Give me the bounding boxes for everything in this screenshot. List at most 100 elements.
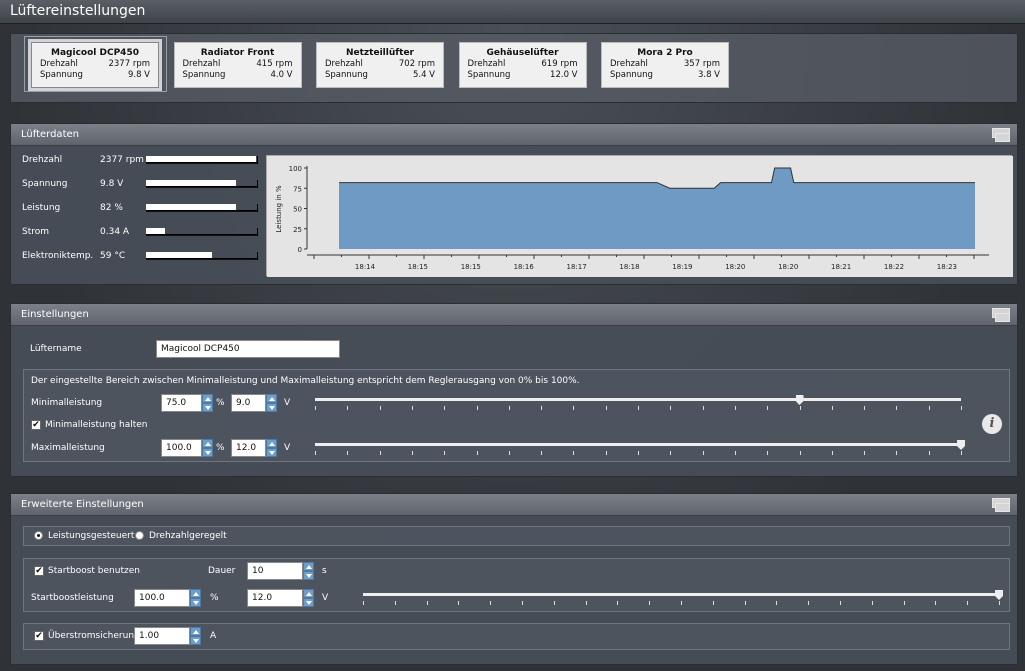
spin-up-icon[interactable]	[202, 439, 213, 448]
spin-down-icon[interactable]	[303, 571, 314, 580]
bar-fill	[146, 228, 165, 234]
slider-tick	[347, 451, 349, 455]
slider-tick	[744, 601, 746, 605]
slider-tick	[961, 451, 962, 455]
boost-volt-spinner[interactable]	[303, 589, 314, 607]
min-volt-spinner[interactable]	[266, 394, 277, 412]
window-toggle-icon[interactable]	[992, 308, 1012, 323]
window-toggle-icon[interactable]	[992, 498, 1012, 513]
fan-card[interactable]: Magicool DCP450 Drehzahl 2377 rpm Spannung 9…	[31, 42, 159, 88]
window-toggle-icon[interactable]	[992, 128, 1012, 143]
slider-tick	[315, 451, 316, 455]
slider-tick	[379, 451, 381, 455]
boost-slider[interactable]	[363, 593, 999, 596]
fan-card-rpm: 702 rpm	[398, 59, 435, 69]
boost-power-input[interactable]	[134, 589, 190, 607]
boost-volt-input[interactable]	[247, 589, 303, 607]
slider-tick	[426, 601, 428, 605]
slider-tick	[928, 406, 930, 410]
spin-up-icon[interactable]	[303, 589, 314, 598]
spin-up-icon[interactable]	[266, 394, 277, 403]
slider-tick	[411, 451, 413, 455]
fan-name-input[interactable]	[156, 340, 340, 358]
overcurrent-checkbox[interactable]: ✔	[34, 631, 44, 641]
slider-tick	[638, 406, 639, 410]
fan-data-bar	[146, 180, 258, 188]
max-power-spinner[interactable]	[202, 439, 213, 457]
spin-up-icon[interactable]	[190, 627, 201, 636]
x-tick-label: 18:19	[672, 263, 692, 271]
mode-rpm-radio[interactable]	[135, 531, 144, 540]
fan-card-volt-row: Spannung 12.0 V	[460, 70, 586, 80]
slider-tick	[702, 451, 704, 455]
fan-data-value: 2377 rpm	[100, 155, 144, 165]
spin-up-icon[interactable]	[190, 589, 201, 598]
max-power-unit: %	[216, 443, 225, 453]
spin-up-icon[interactable]	[266, 439, 277, 448]
min-power-input[interactable]	[161, 394, 202, 412]
fan-data-bar	[146, 252, 258, 260]
slider-tick	[617, 601, 619, 605]
fan-card-rpm-label: Drehzahl	[182, 59, 221, 69]
mode-power-radio[interactable]	[34, 531, 43, 540]
fan-card-name: Magicool DCP450	[51, 48, 139, 58]
boost-volt-unit: V	[322, 593, 329, 603]
fan-card-volt-row: Spannung 3.8 V	[602, 70, 728, 80]
settings-header: Einstellungen	[11, 304, 1017, 326]
fan-card-volt: 4.0 V	[270, 70, 293, 80]
spin-down-icon[interactable]	[190, 598, 201, 607]
overcurrent-input[interactable]	[134, 627, 190, 645]
overcurrent-unit: A	[210, 631, 217, 641]
spin-down-icon[interactable]	[266, 403, 277, 412]
slider-tick	[476, 451, 478, 455]
fan-card[interactable]: Radiator Front Drehzahl 415 rpm Spannung 4.0…	[173, 42, 302, 88]
fan-card[interactable]: Gehäuselüfter Drehzahl 619 rpm Spannung 12.0…	[458, 42, 587, 88]
spin-down-icon[interactable]	[266, 448, 277, 457]
min-power-spinner[interactable]	[202, 394, 213, 412]
x-tick-label: 18:21	[831, 263, 851, 271]
max-power-input[interactable]	[161, 439, 202, 457]
fan-card-name: Netzteillüfter	[345, 48, 414, 58]
fan-data-bar	[146, 156, 258, 164]
overcurrent-label: Überstromsicherung	[48, 631, 140, 641]
max-volt-spinner[interactable]	[266, 439, 277, 457]
spin-down-icon[interactable]	[202, 403, 213, 412]
boost-power-spinner[interactable]	[190, 589, 201, 607]
overcurrent-spinner[interactable]	[190, 627, 201, 645]
fan-card-rpm: 2377 rpm	[108, 59, 150, 69]
startboost-checkbox[interactable]: ✔	[34, 566, 44, 576]
fan-card-rpm-label: Drehzahl	[610, 59, 648, 69]
fan-card-rpm-row: Drehzahl 702 rpm	[317, 59, 443, 69]
range-note: Der eingestellte Bereich zwischen Minima…	[31, 376, 580, 386]
fan-card[interactable]: Netzteillüfter Drehzahl 702 rpm Spannung 5.4…	[316, 42, 444, 88]
spin-down-icon[interactable]	[202, 448, 213, 457]
slider-tick	[585, 601, 587, 605]
duration-label: Dauer	[208, 566, 236, 576]
info-icon[interactable]: i	[982, 414, 1002, 434]
slider-tick	[864, 406, 866, 410]
spin-up-icon[interactable]	[202, 394, 213, 403]
duration-input[interactable]	[247, 562, 303, 580]
spin-down-icon[interactable]	[190, 636, 201, 645]
fan-card-rpm: 357 rpm	[683, 59, 720, 69]
max-power-label: Maximalleistung	[31, 443, 105, 453]
max-volt-input[interactable]	[231, 439, 266, 457]
min-power-unit: %	[216, 398, 225, 408]
slider-tick	[379, 406, 381, 410]
spin-down-icon[interactable]	[303, 598, 314, 607]
min-power-slider[interactable]	[315, 398, 961, 401]
slider-tick	[553, 601, 555, 605]
fan-card-rpm-row: Drehzahl 357 rpm	[602, 59, 728, 69]
y-tick-label: 50	[293, 206, 302, 214]
max-power-slider[interactable]	[315, 443, 961, 446]
x-tick-label: 18:22	[884, 263, 904, 271]
min-volt-input[interactable]	[231, 394, 266, 412]
slider-tick	[776, 601, 778, 605]
spin-up-icon[interactable]	[303, 562, 314, 571]
duration-spinner[interactable]	[303, 562, 314, 580]
fan-card-volt-label: Spannung	[610, 70, 653, 80]
fan-card[interactable]: Mora 2 Pro Drehzahl 357 rpm Spannung 3.8 V	[601, 42, 729, 88]
hold-min-checkbox[interactable]: ✔	[31, 420, 41, 430]
slider-tick	[347, 406, 349, 410]
fan-card-name: Mora 2 Pro	[637, 48, 693, 58]
